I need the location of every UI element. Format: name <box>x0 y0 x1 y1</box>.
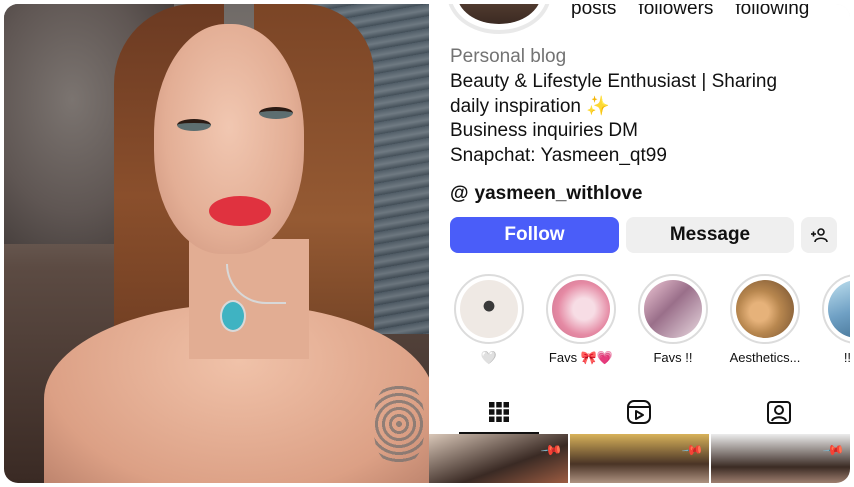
tab-reels[interactable] <box>569 389 709 434</box>
avatar[interactable] <box>447 4 551 34</box>
post-thumbnail[interactable]: 📌 <box>711 434 850 483</box>
highlight-ring <box>638 274 708 344</box>
highlight-ring <box>822 274 850 344</box>
screenshot-frame: posts followers following Personal blog … <box>4 4 850 483</box>
profile-photo-preview <box>4 4 429 483</box>
stat-followers-label[interactable]: followers <box>638 4 713 20</box>
tattoo <box>374 384 424 464</box>
profile-tabs <box>429 389 850 434</box>
highlight-item[interactable]: 🤍 <box>447 274 531 366</box>
highlight-label: !! هم <box>843 350 850 365</box>
profile-bio: Beauty & Lifestyle Enthusiast | Sharing … <box>450 70 777 168</box>
post-thumbnail[interactable]: 📌 <box>429 434 568 483</box>
post-grid: 📌 📌 📌 <box>429 434 850 483</box>
pin-icon: 📌 <box>539 438 564 462</box>
tab-grid[interactable] <box>429 389 569 434</box>
threads-icon: @ <box>450 183 469 204</box>
highlight-thumb <box>828 280 850 338</box>
bio-line-4: Snapchat: Yasmeen_qt99 <box>450 144 667 166</box>
highlight-thumb <box>552 280 610 338</box>
tab-tagged[interactable] <box>709 389 849 434</box>
highlight-label: Favs !! <box>653 350 693 365</box>
message-button[interactable]: Message <box>626 217 794 253</box>
highlight-label: Favs 🎀💗 <box>548 350 614 365</box>
highlight-item[interactable]: Favs !! <box>631 274 715 365</box>
highlight-ring <box>730 274 800 344</box>
highlight-label: Aesthetics... <box>729 350 801 365</box>
pin-icon: 📌 <box>821 438 846 462</box>
lips <box>209 196 271 226</box>
reels-icon <box>627 399 651 424</box>
threads-handle: yasmeen_withlove <box>474 183 643 204</box>
profile-category: Personal blog <box>450 46 567 67</box>
bio-line-2: daily inspiration ✨ <box>450 95 610 117</box>
bio-line-1: Beauty & Lifestyle Enthusiast | Sharing <box>450 71 778 92</box>
post-thumbnail[interactable]: 📌 <box>570 434 709 483</box>
right-eye <box>259 107 293 119</box>
highlight-thumb <box>736 280 794 338</box>
story-highlights: 🤍 Favs 🎀💗 Favs !! Aesthetics... !! هم <box>447 274 850 374</box>
highlight-item[interactable]: Aesthetics... <box>723 274 807 365</box>
stat-following-label[interactable]: following <box>735 4 809 20</box>
highlight-ring <box>454 274 524 344</box>
stat-posts-label[interactable]: posts <box>571 4 616 20</box>
highlight-label: 🤍 <box>480 350 498 365</box>
grid-icon <box>489 401 509 422</box>
highlight-ring <box>546 274 616 344</box>
threads-link[interactable]: @ yasmeen_withlove <box>450 183 642 205</box>
left-eye <box>177 119 211 131</box>
highlight-item[interactable]: !! هم <box>815 274 850 366</box>
add-user-button[interactable] <box>801 217 837 253</box>
bio-line-3: Business inquiries DM <box>450 120 638 141</box>
highlight-thumb <box>460 280 518 338</box>
pendant <box>220 300 246 332</box>
highlight-thumb <box>644 280 702 338</box>
add-user-icon <box>811 228 828 243</box>
tagged-icon <box>767 400 791 424</box>
pin-icon: 📌 <box>680 438 705 462</box>
profile-stats: posts followers following <box>571 4 809 20</box>
avatar-image <box>457 4 541 24</box>
highlight-item[interactable]: Favs 🎀💗 <box>539 274 623 366</box>
follow-button[interactable]: Follow <box>450 217 619 253</box>
instagram-profile-panel: posts followers following Personal blog … <box>429 4 850 483</box>
